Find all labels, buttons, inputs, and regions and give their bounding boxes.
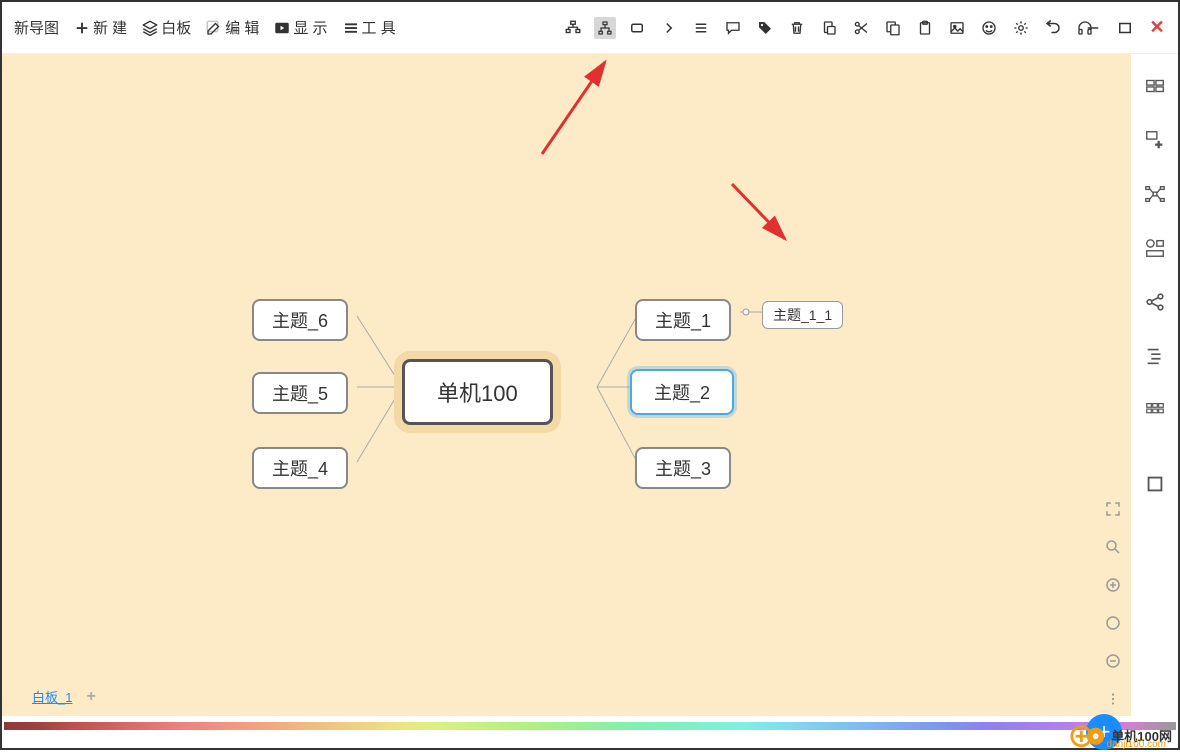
side-chart-icon[interactable]: [1143, 236, 1167, 260]
side-outline-icon[interactable]: [1143, 344, 1167, 368]
edit-icon: [205, 19, 223, 37]
node-right-2[interactable]: 主题_3: [635, 447, 731, 489]
chat-icon[interactable]: [722, 17, 744, 39]
color-strip[interactable]: [4, 722, 1176, 730]
image-icon[interactable]: [946, 17, 968, 39]
center-node[interactable]: 单机100: [402, 359, 553, 425]
side-branch-icon[interactable]: [1143, 182, 1167, 206]
play-icon: [273, 19, 291, 37]
maximize-icon[interactable]: [1114, 17, 1136, 39]
node-left-1[interactable]: 主题_5: [252, 372, 348, 414]
close-icon[interactable]: ✕: [1146, 17, 1168, 39]
square-icon[interactable]: [626, 17, 648, 39]
tag-icon[interactable]: [754, 17, 776, 39]
menu-new-label: 新 建: [93, 17, 127, 38]
node-left-0[interactable]: 主题_6: [252, 299, 348, 341]
trash-icon[interactable]: [786, 17, 808, 39]
menu-tools[interactable]: 工 具: [338, 13, 400, 42]
list-icon[interactable]: [690, 17, 712, 39]
menu-tools-label: 工 具: [362, 17, 396, 38]
scissors-icon[interactable]: [850, 17, 872, 39]
zoom-in-icon[interactable]: [1104, 576, 1122, 594]
mindmap-canvas[interactable]: 单机100 主题_6 主题_5 主题_4 主题_1 主题_2 主题_3 主题_1…: [2, 54, 1130, 716]
node-right-1-selected[interactable]: 主题_2: [630, 369, 734, 415]
clipboard-icon[interactable]: [914, 17, 936, 39]
menu-edit[interactable]: 编 辑: [201, 13, 263, 42]
watermark-url: danji100.com: [1107, 739, 1166, 750]
menu-edit-label: 编 辑: [225, 17, 259, 38]
menu-display-label: 显 示: [293, 17, 327, 38]
paste-alt-icon[interactable]: [818, 17, 840, 39]
zoom-out-icon[interactable]: [1104, 652, 1122, 670]
copy-icon[interactable]: [882, 17, 904, 39]
side-plus-icon[interactable]: [1143, 128, 1167, 152]
layers-icon: [141, 19, 159, 37]
watermark-logo-icon: [1069, 722, 1107, 748]
search-icon[interactable]: [1104, 538, 1122, 556]
side-square-icon[interactable]: [1143, 472, 1167, 496]
layout-h-icon[interactable]: [562, 17, 584, 39]
side-layout-icon[interactable]: [1143, 74, 1167, 98]
emoji-icon[interactable]: [978, 17, 1000, 39]
tab-whiteboard-1[interactable]: 白板_1: [32, 687, 72, 706]
node-right-0[interactable]: 主题_1: [635, 299, 731, 341]
gear-icon[interactable]: [1010, 17, 1032, 39]
toolbar-center: [562, 17, 1096, 39]
layout-v-icon[interactable]: [594, 17, 616, 39]
app-title[interactable]: 新导图: [10, 13, 63, 42]
node-left-2[interactable]: 主题_4: [252, 447, 348, 489]
window-controls: ✕: [1082, 17, 1168, 39]
minimize-icon[interactable]: [1082, 17, 1104, 39]
zoom-reset-icon[interactable]: [1104, 614, 1122, 632]
add-tab-button[interactable]: +: [86, 688, 95, 706]
zoom-tools: [1104, 500, 1122, 708]
watermark: 单机100网 danji100.com: [1069, 722, 1172, 748]
side-share-icon[interactable]: [1143, 290, 1167, 314]
chevron-right-icon[interactable]: [658, 17, 680, 39]
right-sidebar: [1130, 54, 1178, 716]
undo-icon[interactable]: [1042, 17, 1064, 39]
menu-new[interactable]: 新 建: [69, 13, 131, 42]
fullscreen-icon[interactable]: [1104, 500, 1122, 518]
main-toolbar: 新导图 新 建 白板 编 辑 显 示 工 具: [2, 2, 1178, 54]
menu-icon: [342, 19, 360, 37]
menu-display[interactable]: 显 示: [269, 13, 331, 42]
sub-node-0[interactable]: 主题_1_1: [762, 301, 843, 329]
whiteboard-tabs: 白板_1 +: [32, 687, 96, 706]
node-connectors: [2, 54, 1130, 716]
menu-whiteboard-label: 白板: [161, 17, 191, 38]
side-tiles-icon[interactable]: [1143, 398, 1167, 422]
more-icon[interactable]: [1104, 690, 1122, 708]
menu-whiteboard[interactable]: 白板: [137, 13, 195, 42]
plus-icon: [73, 19, 91, 37]
